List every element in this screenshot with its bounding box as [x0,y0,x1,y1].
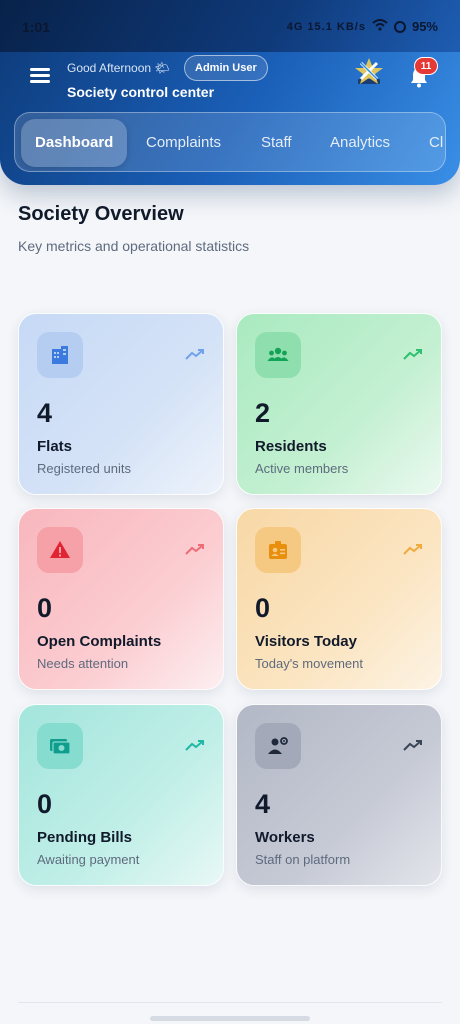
menu-icon-line [30,74,50,77]
worker-icon [255,723,301,769]
trend-up-icon [185,544,204,555]
section-subtitle: Key metrics and operational statistics [18,238,250,254]
stat-card-open-complaints[interactable]: 0 Open Complaints Needs attention [18,508,224,690]
stat-description: Needs attention [37,656,129,671]
status-time: 1:01 [22,19,51,35]
warning-icon [37,527,83,573]
stat-label: Pending Bills [37,829,133,846]
status-bar: 1:01 4G 15.1 KB/s 95% [0,0,460,52]
tab-complaints[interactable]: Complaints [146,119,221,167]
divider [18,1002,442,1003]
app-header: 1:01 4G 15.1 KB/s 95% Good Afternoon 🌤 A… [0,0,460,185]
status-indicators: 4G 15.1 KB/s 95% [287,19,438,34]
tab-analytics[interactable]: Analytics [330,119,390,167]
id-badge-icon [255,527,301,573]
stat-label: Residents [255,438,327,455]
app-logo [352,55,386,89]
stat-value: 0 [255,593,271,623]
stat-label: Flats [37,438,73,455]
signal-indicators: 4G 15.1 KB/s [286,20,366,33]
stat-value: 2 [255,398,271,428]
stat-description: Registered units [37,461,131,476]
notification-count-badge: 11 [414,57,438,75]
tab-bar: Dashboard Complaints Staff Analytics Cl [14,112,446,172]
stat-value: 0 [37,789,53,819]
stat-label: Visitors Today [255,633,357,650]
building-icon [37,332,83,378]
wifi-icon [372,19,388,34]
trend-up-icon [403,544,422,555]
menu-icon-line [30,80,50,83]
trend-up-icon [403,740,422,751]
tab-more[interactable]: Cl [429,119,443,167]
battery-ring-icon [393,20,406,33]
role-badge: Admin User [184,55,268,81]
stat-value: 4 [255,789,271,819]
greeting-text: Good Afternoon 🌤 [67,61,170,75]
bill-icon [37,723,83,769]
battery-level: 95% [411,19,438,34]
stat-card-pending-bills[interactable]: 0 Pending Bills Awaiting payment [18,704,224,886]
header-subtitle: Society control center [67,84,215,100]
stat-description: Awaiting payment [37,852,140,867]
stat-card-flats[interactable]: 4 Flats Registered units [18,313,224,495]
stat-description: Active members [255,461,349,476]
stat-description: Today's movement [255,656,363,671]
stat-value: 0 [37,593,53,623]
tab-staff[interactable]: Staff [261,119,292,167]
section-title: Society Overview [18,203,184,225]
stat-value: 4 [37,398,53,428]
menu-button[interactable] [30,68,50,84]
stat-label: Open Complaints [37,633,162,650]
stat-label: Workers [255,829,315,846]
trend-up-icon [185,349,204,360]
home-indicator[interactable] [150,1016,310,1021]
stat-card-workers[interactable]: 4 Workers Staff on platform [236,704,442,886]
stat-card-residents[interactable]: 2 Residents Active members [236,313,442,495]
stat-description: Staff on platform [255,852,351,867]
stat-card-visitors-today[interactable]: 0 Visitors Today Today's movement [236,508,442,690]
people-icon [255,332,301,378]
trend-up-icon [185,740,204,751]
trend-up-icon [403,349,422,360]
menu-icon [30,68,50,71]
tab-dashboard[interactable]: Dashboard [21,119,128,167]
